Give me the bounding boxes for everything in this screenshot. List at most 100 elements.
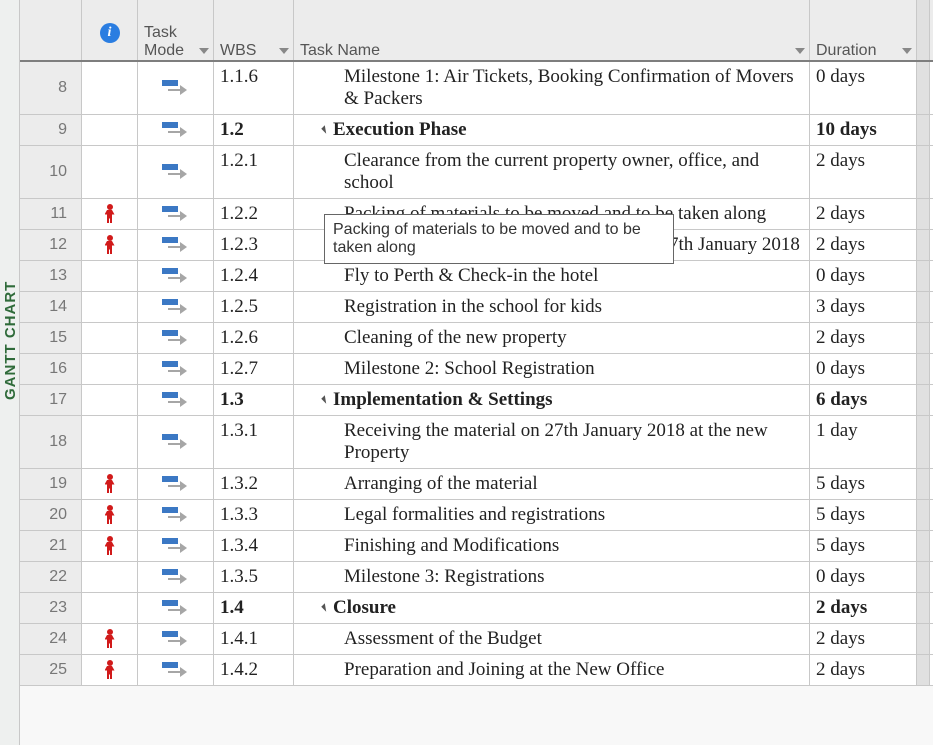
table-row[interactable]: 211.3.4Finishing and Modifications5 days (20, 531, 933, 562)
row-number[interactable]: 12 (20, 230, 82, 260)
duration-cell[interactable]: 1 day (810, 416, 916, 468)
collapse-toggle-icon[interactable] (321, 603, 329, 611)
table-row[interactable]: 8 1.1.6Milestone 1: Air Tickets, Booking … (20, 62, 933, 115)
wbs-cell[interactable]: 1.2 (214, 115, 294, 145)
duration-cell[interactable]: 2 days (810, 146, 916, 198)
row-number[interactable]: 8 (20, 62, 82, 114)
duration-cell[interactable]: 2 days (810, 593, 916, 623)
wbs-cell[interactable]: 1.1.6 (214, 62, 294, 114)
row-number[interactable]: 16 (20, 354, 82, 384)
info-cell[interactable] (82, 500, 138, 530)
task-mode-cell[interactable] (138, 655, 214, 685)
table-row[interactable]: 251.4.2Preparation and Joining at the Ne… (20, 655, 933, 686)
row-number[interactable]: 17 (20, 385, 82, 415)
gantt-sidebar[interactable]: GANTT CHART (0, 0, 20, 745)
task-mode-cell[interactable] (138, 146, 214, 198)
task-name-cell[interactable]: Milestone 1: Air Tickets, Booking Confir… (294, 62, 810, 114)
task-mode-cell[interactable] (138, 500, 214, 530)
row-number[interactable]: 24 (20, 624, 82, 654)
header-wbs[interactable]: WBS (214, 0, 294, 60)
wbs-cell[interactable]: 1.3.4 (214, 531, 294, 561)
duration-cell[interactable]: 3 days (810, 292, 916, 322)
info-cell[interactable] (82, 624, 138, 654)
task-mode-cell[interactable] (138, 199, 214, 229)
table-row[interactable]: 14 1.2.5Registration in the school for ki… (20, 292, 933, 323)
row-number[interactable]: 9 (20, 115, 82, 145)
table-row[interactable]: 151.2.6Cleaning of the new property2 day… (20, 323, 933, 354)
wbs-cell[interactable]: 1.2.5 (214, 292, 294, 322)
task-mode-cell[interactable] (138, 261, 214, 291)
table-row[interactable]: 191.3.2Arranging of the material5 days (20, 469, 933, 500)
collapse-toggle-icon[interactable] (321, 395, 329, 403)
row-number[interactable]: 13 (20, 261, 82, 291)
header-info[interactable]: i (82, 0, 138, 60)
row-number[interactable]: 15 (20, 323, 82, 353)
task-mode-cell[interactable] (138, 292, 214, 322)
info-cell[interactable] (82, 62, 138, 114)
duration-cell[interactable]: 2 days (810, 199, 916, 229)
task-name-cell[interactable]: Legal formalities and registrations (294, 500, 810, 530)
row-number[interactable]: 18 (20, 416, 82, 468)
task-name-cell[interactable]: Assessment of the Budget (294, 624, 810, 654)
task-mode-cell[interactable] (138, 469, 214, 499)
task-name-cell[interactable]: Milestone 3: Registrations (294, 562, 810, 592)
task-mode-cell[interactable] (138, 354, 214, 384)
wbs-cell[interactable]: 1.2.2 (214, 199, 294, 229)
info-cell[interactable] (82, 593, 138, 623)
wbs-cell[interactable]: 1.3.3 (214, 500, 294, 530)
row-number[interactable]: 22 (20, 562, 82, 592)
chevron-down-icon[interactable] (199, 48, 209, 54)
row-number[interactable]: 20 (20, 500, 82, 530)
duration-cell[interactable]: 5 days (810, 500, 916, 530)
row-number[interactable]: 23 (20, 593, 82, 623)
duration-cell[interactable]: 2 days (810, 230, 916, 260)
task-name-cell[interactable]: Implementation & Settings (294, 385, 810, 415)
duration-cell[interactable]: 2 days (810, 323, 916, 353)
info-cell[interactable] (82, 354, 138, 384)
task-mode-cell[interactable] (138, 385, 214, 415)
wbs-cell[interactable]: 1.2.7 (214, 354, 294, 384)
duration-cell[interactable]: 2 days (810, 655, 916, 685)
duration-cell[interactable]: 0 days (810, 261, 916, 291)
info-cell[interactable] (82, 655, 138, 685)
info-cell[interactable] (82, 469, 138, 499)
row-number[interactable]: 14 (20, 292, 82, 322)
table-row[interactable]: 171.3Implementation & Settings6 days (20, 385, 933, 416)
info-cell[interactable] (82, 385, 138, 415)
wbs-cell[interactable]: 1.3.2 (214, 469, 294, 499)
task-mode-cell[interactable] (138, 593, 214, 623)
task-name-cell[interactable]: Arranging of the material (294, 469, 810, 499)
task-name-cell[interactable]: Execution Phase (294, 115, 810, 145)
duration-cell[interactable]: 5 days (810, 531, 916, 561)
row-number[interactable]: 19 (20, 469, 82, 499)
duration-cell[interactable]: 10 days (810, 115, 916, 145)
wbs-cell[interactable]: 1.4.1 (214, 624, 294, 654)
duration-cell[interactable]: 0 days (810, 62, 916, 114)
task-name-cell[interactable]: Clearance from the current property owne… (294, 146, 810, 198)
table-row[interactable]: 101.2.1Clearance from the current proper… (20, 146, 933, 199)
task-name-cell[interactable]: Registration in the school for kids (294, 292, 810, 322)
header-duration[interactable]: Duration (810, 0, 916, 60)
collapse-toggle-icon[interactable] (321, 125, 329, 133)
wbs-cell[interactable]: 1.3.1 (214, 416, 294, 468)
header-task-mode[interactable]: Task Mode (138, 0, 214, 60)
task-name-cell[interactable]: Receiving the material on 27th January 2… (294, 416, 810, 468)
header-task-name[interactable]: Task Name (294, 0, 810, 60)
task-mode-cell[interactable] (138, 562, 214, 592)
wbs-cell[interactable]: 1.2.4 (214, 261, 294, 291)
info-cell[interactable] (82, 323, 138, 353)
task-mode-cell[interactable] (138, 624, 214, 654)
task-name-cell[interactable]: Fly to Perth & Check-in the hotel (294, 261, 810, 291)
info-cell[interactable] (82, 562, 138, 592)
table-row[interactable]: 9 1.2Execution Phase10 days (20, 115, 933, 146)
duration-cell[interactable]: 0 days (810, 354, 916, 384)
duration-cell[interactable]: 2 days (810, 624, 916, 654)
task-mode-cell[interactable] (138, 323, 214, 353)
info-cell[interactable] (82, 416, 138, 468)
task-name-cell[interactable]: Closure (294, 593, 810, 623)
table-row[interactable]: 13 1.2.4Fly to Perth & Check-in the hotel… (20, 261, 933, 292)
info-cell[interactable] (82, 199, 138, 229)
duration-cell[interactable]: 0 days (810, 562, 916, 592)
info-cell[interactable] (82, 292, 138, 322)
wbs-cell[interactable]: 1.2.3 (214, 230, 294, 260)
